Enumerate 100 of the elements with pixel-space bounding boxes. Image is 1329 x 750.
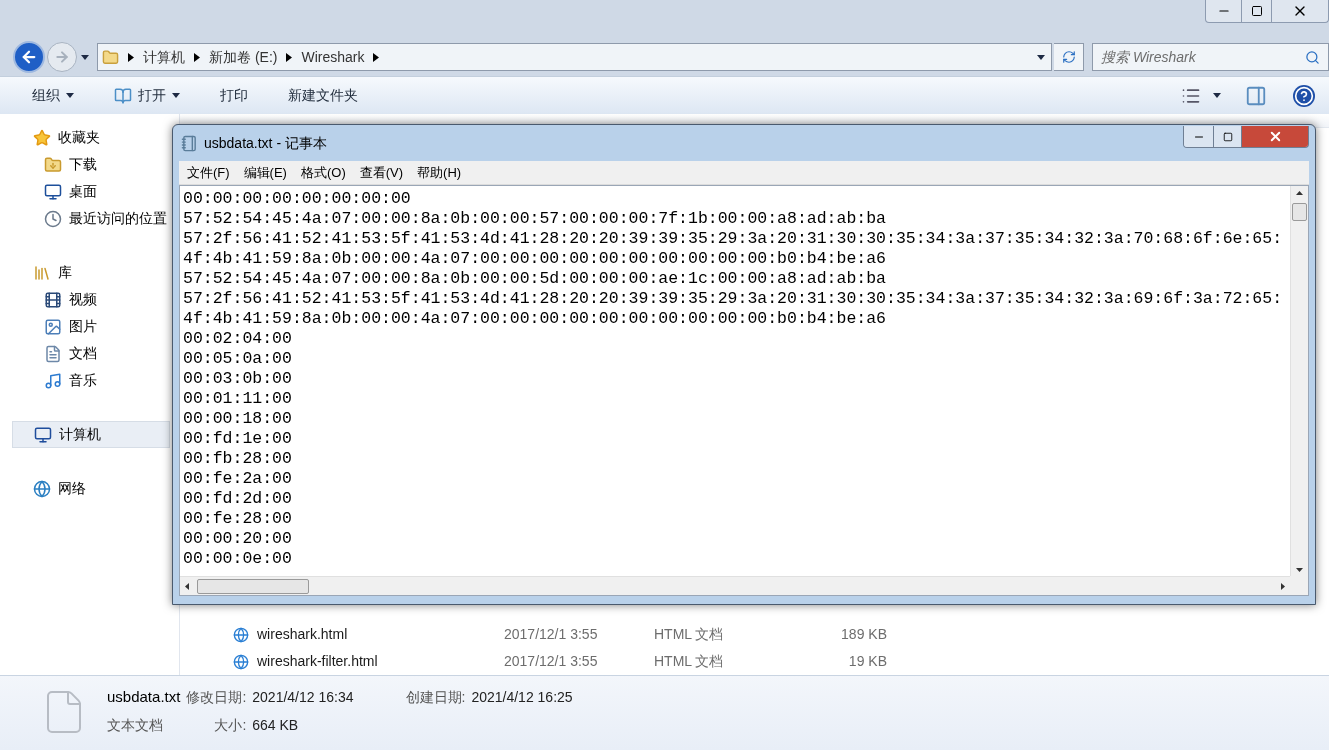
maximize-icon xyxy=(1222,131,1233,142)
file-size: 19 KB xyxy=(847,652,887,671)
caret-icon xyxy=(66,93,74,98)
nav-item[interactable]: 最近访问的位置 xyxy=(44,205,169,232)
dropdown-icon xyxy=(1037,54,1045,60)
toolbar-button[interactable]: 打开 xyxy=(104,81,190,110)
toolbar-button[interactable]: 组织 xyxy=(22,81,84,110)
file-type: HTML 文档 xyxy=(654,652,725,671)
scroll-thumb[interactable] xyxy=(1292,203,1307,221)
scroll-left-icon xyxy=(185,582,189,590)
nav-item[interactable]: 下载 xyxy=(44,151,99,178)
chevron-icon xyxy=(194,52,200,62)
text-line: 4f:4b:41:59:8a:0b:00:00:4a:07:00:00:00:00:00:00:00:00:00:00:b0:b4:be:a6 xyxy=(183,309,886,329)
nav-item[interactable]: 计算机 xyxy=(12,421,170,448)
text-line: 00:03:0b:00 xyxy=(183,369,292,389)
notepad-icon xyxy=(181,134,198,152)
refresh-icon xyxy=(1061,50,1076,64)
nav-item[interactable]: 视频 xyxy=(44,286,99,313)
computer-icon xyxy=(34,425,52,444)
scroll-thumb[interactable] xyxy=(197,578,309,594)
nav-item[interactable]: 网络 xyxy=(33,475,88,502)
modified-date: 2017/12/1 3:55 xyxy=(504,625,599,644)
pane-icon xyxy=(1245,84,1267,107)
caret-icon xyxy=(172,93,180,98)
back-button[interactable] xyxy=(13,41,45,73)
search-icon xyxy=(1305,49,1320,65)
menu-item[interactable]: 格式(O) xyxy=(294,162,352,183)
menu-item[interactable]: 编辑(E) xyxy=(237,162,293,183)
nav-item[interactable]: 图片 xyxy=(44,313,99,340)
text-line: 57:52:54:45:4a:07:00:00:8a:0b:00:00:57:00:00:00:7f:1b:00:00:a8:ad:ab:ba xyxy=(183,209,886,229)
menu-item[interactable]: 帮助(H) xyxy=(411,162,468,183)
folder-icon xyxy=(44,155,62,174)
menu-item[interactable]: 文件(F) xyxy=(181,162,236,183)
close-button[interactable] xyxy=(1242,126,1308,147)
text-line: 00:05:0a:00 xyxy=(183,349,292,369)
nav-item[interactable]: 收藏夹 xyxy=(33,124,102,151)
refresh-button[interactable] xyxy=(1054,43,1084,71)
file-name: wireshark.html xyxy=(257,625,348,644)
folder-icon xyxy=(102,48,119,66)
forward-arrow-icon xyxy=(54,49,70,65)
text-line: 4f:4b:41:59:8a:0b:00:00:4a:07:00:00:00:00:00:00:00:00:00:00:b0:b4:be:a6 xyxy=(183,249,886,269)
scroll-down-icon xyxy=(1296,568,1303,572)
text-line: 00:00:00:00:00:00:00:00 xyxy=(183,189,411,209)
horizontal-scrollbar[interactable] xyxy=(180,576,1290,595)
monitor-icon xyxy=(44,182,62,201)
star-icon xyxy=(33,128,51,147)
text-line: 57:2f:56:41:52:41:53:5f:41:53:4d:41:28:20:20:39:39:35:29:3a:20:31:30:30:35:34:3a:37:35:34:32:3a:70:68:6f:6e:65: xyxy=(183,229,1283,249)
preview-pane-button[interactable] xyxy=(1245,84,1267,107)
details-file-name: usbdata.txt xyxy=(107,687,181,707)
help-button[interactable] xyxy=(1293,84,1315,107)
window-title: usbdata.txt - 记事本 xyxy=(204,133,327,153)
browser-icon xyxy=(233,626,249,643)
music-icon xyxy=(44,371,62,390)
text-line: 00:fb:28:00 xyxy=(183,449,292,469)
notepad-icon xyxy=(114,86,132,105)
text-line: 00:fd:2d:00 xyxy=(183,489,292,509)
file-type: HTML 文档 xyxy=(654,625,725,644)
film-icon xyxy=(44,290,62,309)
text-line: 00:fe:2a:00 xyxy=(183,469,292,489)
search-box[interactable]: 搜索 Wireshark xyxy=(1092,43,1329,71)
nav-item[interactable]: 音乐 xyxy=(44,367,99,394)
caret-icon xyxy=(81,54,89,60)
text-line: 00:01:11:00 xyxy=(183,389,292,409)
breadcrumb-item[interactable]: Wireshark xyxy=(301,46,365,68)
details-value: 2021/4/12 16:34 xyxy=(252,688,354,707)
nav-item[interactable]: 文档 xyxy=(44,340,99,367)
text-line: 00:02:04:00 xyxy=(183,329,292,349)
maximize-icon xyxy=(1250,5,1263,17)
nav-item[interactable]: 库 xyxy=(33,259,74,286)
breadcrumb-item[interactable]: 计算机 xyxy=(143,46,185,68)
clock-icon xyxy=(44,209,62,228)
globe-icon xyxy=(33,479,51,498)
details-label: 大小: xyxy=(214,715,247,735)
chevron-icon xyxy=(128,52,134,62)
text-line: 57:2f:56:41:52:41:53:5f:41:53:4d:41:28:20:20:39:39:35:29:3a:20:31:30:30:35:34:3a:37:35:34:32:3a:69:6f:3a:72:65: xyxy=(183,289,1283,309)
document-icon xyxy=(44,344,62,363)
scroll-right-icon xyxy=(1281,582,1285,590)
search-field[interactable]: 搜索 Wireshark xyxy=(1101,46,1305,68)
menu-item[interactable]: 查看(V) xyxy=(353,162,410,183)
address-bar[interactable]: 计算机 新加卷 (E:) Wireshark xyxy=(97,43,1052,71)
library-icon xyxy=(33,263,51,282)
text-line: 00:fe:28:00 xyxy=(183,509,292,529)
nav-item[interactable]: 桌面 xyxy=(44,178,99,205)
details-value: 664 KB xyxy=(252,715,300,735)
chevron-icon xyxy=(373,52,380,62)
details-label: 创建日期: xyxy=(405,688,466,707)
caret-icon xyxy=(1213,93,1221,98)
text-line: 00:fd:1e:00 xyxy=(183,429,292,449)
file-row[interactable]: wireshark-filter.html 2017/12/1 3:55 HTML 文档 19 KB xyxy=(180,648,1329,675)
toolbar-button[interactable]: 新建文件夹 xyxy=(278,81,368,110)
breadcrumb-item[interactable]: 新加卷 (E:) xyxy=(209,46,278,68)
text-line: 00:00:20:00 xyxy=(183,529,292,549)
modified-date: 2017/12/1 3:55 xyxy=(504,652,599,671)
scroll-up-icon xyxy=(1296,191,1303,195)
text-line: 00:00:18:00 xyxy=(183,409,292,429)
vertical-scrollbar[interactable] xyxy=(1290,186,1308,576)
toolbar-button[interactable]: 打印 xyxy=(210,81,258,110)
minimize-button[interactable] xyxy=(1184,126,1214,147)
file-row[interactable]: wireshark.html 2017/12/1 3:55 HTML 文档 189 KB xyxy=(180,621,1329,648)
browser-icon xyxy=(233,653,249,670)
